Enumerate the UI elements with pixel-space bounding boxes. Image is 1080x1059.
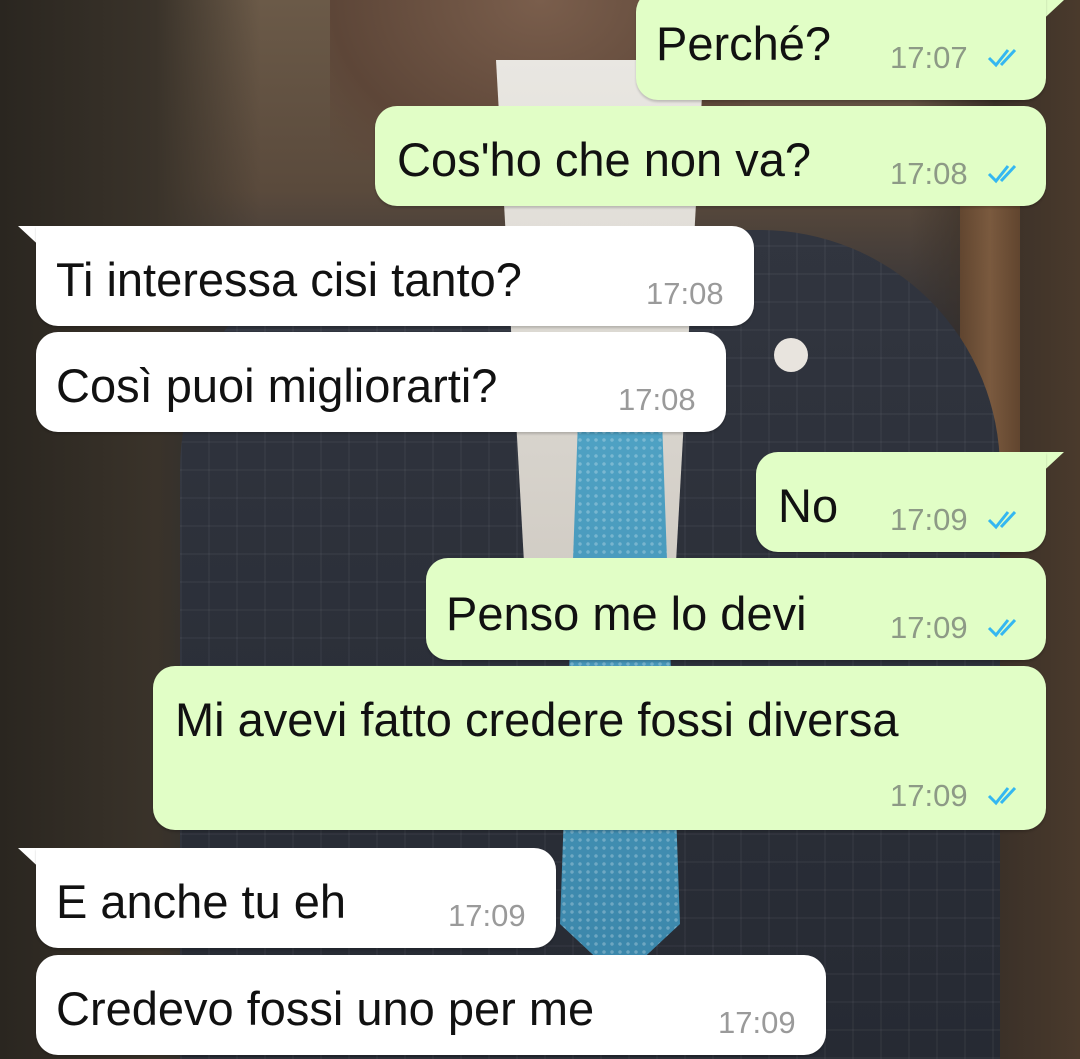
message-time: 17:08	[646, 276, 724, 311]
message-text: Credevo fossi uno per me	[56, 982, 595, 1035]
message-text: Penso me lo devi	[446, 587, 807, 640]
message-text: Ti interessa cisi tanto?	[56, 253, 522, 306]
double-check-icon	[987, 164, 1017, 184]
message-bubble-outgoing[interactable]: Perché? 17:07	[636, 0, 1046, 100]
message-bubble-incoming[interactable]: Ti interessa cisi tanto? 17:08	[36, 226, 754, 326]
message-text: Mi avevi fatto credere fossi diversa	[175, 693, 899, 746]
message-time: 17:09	[448, 898, 526, 933]
message-bubble-incoming[interactable]: Credevo fossi uno per me 17:09	[36, 955, 826, 1055]
message-text: Così puoi migliorarti?	[56, 359, 498, 412]
message-time: 17:07	[890, 40, 968, 75]
double-check-icon	[987, 786, 1017, 806]
message-list[interactable]: Perché? 17:07 Cos'ho che non va? 17:08 T…	[0, 0, 1080, 1059]
message-bubble-outgoing[interactable]: Mi avevi fatto credere fossi diversa 17:…	[153, 666, 1046, 830]
message-text: Cos'ho che non va?	[397, 133, 811, 186]
message-time: 17:09	[890, 778, 968, 813]
message-time: 17:08	[890, 156, 968, 191]
double-check-icon	[987, 48, 1017, 68]
message-time: 17:09	[890, 502, 968, 537]
message-bubble-outgoing[interactable]: Cos'ho che non va? 17:08	[375, 106, 1046, 206]
message-bubble-outgoing[interactable]: No 17:09	[756, 452, 1046, 552]
double-check-icon	[987, 510, 1017, 530]
message-time: 17:09	[718, 1005, 796, 1040]
message-bubble-incoming[interactable]: E anche tu eh 17:09	[36, 848, 556, 948]
message-text: No	[778, 479, 839, 532]
message-time: 17:08	[618, 382, 696, 417]
message-text: E anche tu eh	[56, 875, 347, 928]
message-bubble-incoming[interactable]: Così puoi migliorarti? 17:08	[36, 332, 726, 432]
message-text: Perché?	[656, 17, 832, 70]
message-bubble-outgoing[interactable]: Penso me lo devi 17:09	[426, 558, 1046, 660]
double-check-icon	[987, 618, 1017, 638]
message-time: 17:09	[890, 610, 968, 645]
